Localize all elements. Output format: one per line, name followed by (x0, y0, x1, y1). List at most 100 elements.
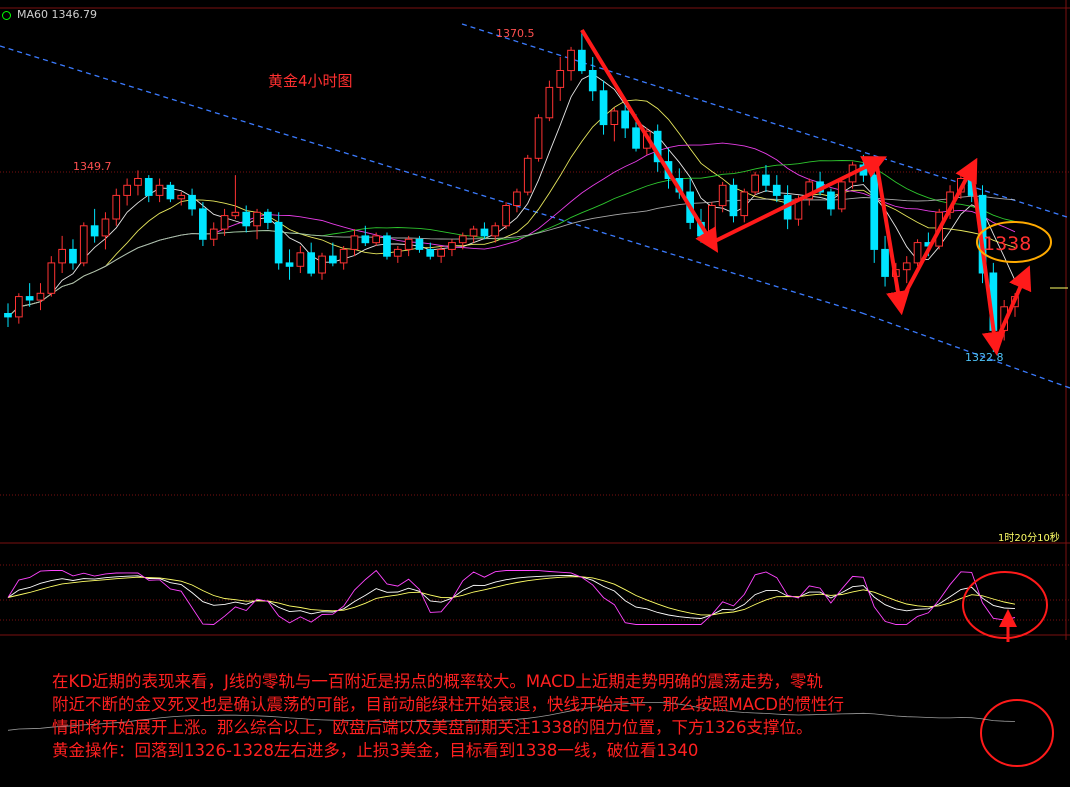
candle (155, 178, 164, 203)
candle-body (458, 235, 467, 244)
candle-body (188, 194, 196, 210)
candle-body (15, 296, 23, 318)
candle-body (4, 313, 12, 318)
candle-body (837, 181, 846, 210)
candle (708, 202, 716, 240)
candle (751, 171, 759, 196)
candle-body (556, 70, 565, 88)
candle-body (155, 184, 164, 196)
candle-body (534, 117, 543, 159)
candle (231, 175, 240, 220)
trend-arrow (969, 168, 1006, 356)
candle (123, 178, 132, 206)
candle-body (264, 211, 272, 223)
candle-body (90, 225, 99, 237)
candlesticks (4, 30, 1019, 352)
low-price-label: 1322.8 (965, 351, 1004, 364)
candle-body (751, 174, 759, 193)
candle-body (220, 215, 229, 230)
candle-body (25, 296, 34, 301)
candle (4, 303, 12, 328)
candle (599, 80, 608, 135)
candle (112, 188, 121, 226)
candle-body (870, 174, 879, 250)
candle (740, 188, 749, 223)
candle-body (567, 49, 575, 72)
candle-body (588, 70, 597, 92)
candle (881, 235, 889, 287)
candle (253, 208, 261, 240)
ma60-toggle-icon[interactable] (2, 10, 11, 20)
candle (448, 239, 456, 257)
candle-body (729, 184, 738, 217)
candle (36, 283, 45, 311)
candle (729, 178, 738, 223)
candle (534, 114, 543, 162)
candle-body (718, 184, 727, 207)
indicator-highlight-circle (962, 571, 1048, 639)
candle (545, 80, 554, 122)
candle (90, 208, 99, 243)
candle-body (242, 211, 251, 227)
candle-body (426, 248, 435, 257)
candle (588, 57, 597, 101)
analysis-line: 情即将开始展开上涨。那么综合以上，欧盘后端以及美盘前期关注1338的阻力位置，下… (52, 718, 813, 737)
candle-body (339, 248, 348, 264)
candle-body (448, 242, 456, 250)
candle-body (913, 242, 922, 264)
ma60-indicator: MA60 1346.79 (2, 8, 97, 21)
local-high-label: 1349.7 (73, 160, 112, 173)
k-line (7, 574, 1016, 619)
candle-body (404, 238, 413, 250)
candle-body (772, 184, 781, 196)
candle (480, 222, 489, 240)
candle (199, 202, 207, 247)
candle-body (296, 252, 305, 267)
candle-body (621, 110, 629, 129)
candle-body (610, 110, 619, 125)
candle (15, 293, 23, 324)
candle (870, 168, 879, 263)
candle (339, 246, 348, 270)
candle-body (329, 255, 337, 264)
candle (69, 239, 77, 270)
candle-body (209, 228, 218, 240)
candle-body (372, 235, 380, 244)
candle (502, 202, 510, 230)
candle (264, 208, 272, 230)
candle (610, 107, 619, 142)
candle-body (274, 221, 283, 264)
trend-channel (0, 23, 1070, 389)
candle (329, 242, 337, 267)
candle-body (513, 191, 521, 206)
candle (220, 208, 229, 236)
candle-body (47, 262, 56, 294)
candle (837, 178, 846, 213)
candle-body (36, 292, 45, 301)
candle-body (881, 248, 889, 277)
candle-body (69, 248, 77, 264)
price-chart (0, 0, 1070, 767)
high-price-label: 1370.5 (496, 27, 535, 40)
candle-body (318, 255, 326, 274)
analysis-line: 黄金操作：回落到1326-1328左右进多，止损3美金，目标看到1338一线，破… (52, 741, 699, 760)
candle-body (599, 90, 608, 126)
candle (762, 165, 770, 193)
candle (188, 188, 196, 216)
candle (166, 181, 175, 203)
candle (47, 256, 56, 297)
target-price-label: 1338 (983, 233, 1032, 255)
candle-body (902, 262, 911, 271)
candle-body (350, 235, 359, 250)
candle (101, 212, 110, 250)
candle (523, 154, 532, 196)
candle (393, 246, 402, 263)
ma60-line (7, 195, 1016, 318)
candle (296, 246, 305, 274)
candle-body (134, 178, 142, 186)
candle-body (383, 235, 391, 257)
trend-arrow (898, 157, 978, 305)
candle (307, 242, 315, 277)
channel-line (0, 45, 863, 314)
candle-body (58, 248, 66, 264)
